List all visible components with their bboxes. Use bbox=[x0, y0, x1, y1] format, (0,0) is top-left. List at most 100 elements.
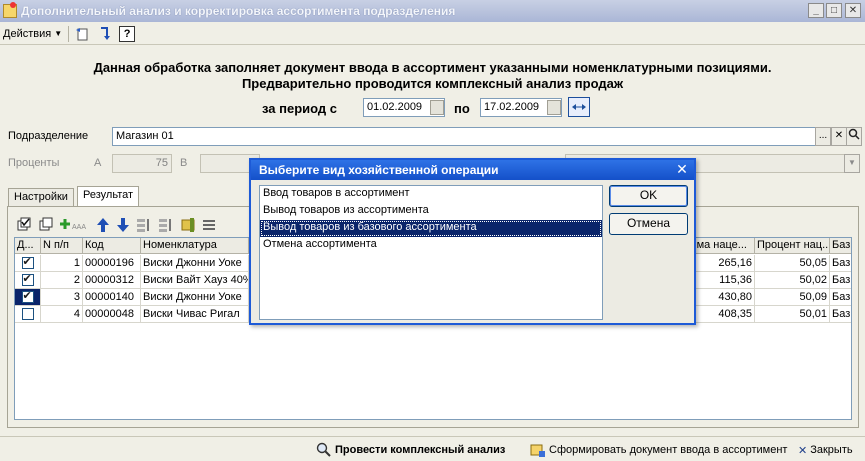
window-titlebar: Дополнительный анализ и корректировка ас… bbox=[0, 0, 865, 22]
division-label: Подразделение bbox=[8, 130, 89, 142]
table-cell-pct[interactable]: 50,01 bbox=[755, 306, 830, 323]
period-settings-button[interactable] bbox=[568, 97, 590, 117]
column-header[interactable]: мма наце... bbox=[687, 238, 755, 254]
tab-settings[interactable]: Настройки bbox=[8, 188, 74, 206]
column-header[interactable]: Номенклатура bbox=[141, 238, 249, 254]
help-icon: ? bbox=[119, 25, 136, 42]
table-cell-name[interactable]: Виски Чивас Ригал bbox=[141, 306, 249, 323]
table-cell-markup[interactable]: 265,16 bbox=[687, 255, 755, 272]
percent-type-dropdown-icon[interactable]: ▼ bbox=[844, 154, 860, 173]
table-cell-markup[interactable]: 115,36 bbox=[687, 272, 755, 289]
row-checkbox[interactable] bbox=[21, 255, 34, 269]
table-cell-pct[interactable]: 50,05 bbox=[755, 255, 830, 272]
app-icon bbox=[3, 2, 17, 18]
row-checkbox[interactable] bbox=[21, 272, 34, 286]
generate-document-button[interactable]: Сформировать документ ввода в ассортимен… bbox=[530, 442, 787, 458]
table-cell-name[interactable]: Виски Джонни Уоке bbox=[141, 289, 249, 306]
table-cell-base[interactable]: Баз bbox=[830, 255, 851, 272]
table-cell-base[interactable]: Баз bbox=[830, 272, 851, 289]
table-cell-n[interactable]: 1 bbox=[41, 255, 83, 272]
table-cell-markup[interactable]: 430,80 bbox=[687, 289, 755, 306]
restore-button[interactable] bbox=[72, 25, 94, 43]
operation-list-item[interactable]: Вывод товаров из ассортимента bbox=[260, 203, 602, 220]
toolbar: Действия ▼ ? bbox=[0, 23, 865, 45]
to-label: по bbox=[454, 101, 470, 116]
operation-list: Ввод товаров в ассортимент Вывод товаров … bbox=[259, 185, 603, 320]
sort-desc-icon[interactable] bbox=[158, 217, 174, 233]
calendar-to-icon[interactable] bbox=[547, 100, 561, 115]
uncheck-all-icon[interactable] bbox=[38, 217, 54, 233]
jump-arrow-icon bbox=[101, 26, 111, 40]
row-checkbox-cell[interactable] bbox=[15, 272, 41, 289]
tab-result[interactable]: Результат bbox=[77, 186, 140, 206]
cancel-button[interactable]: Отмена bbox=[609, 213, 688, 235]
close-button[interactable]: ✕ Закрыть bbox=[798, 442, 853, 458]
table-cell-n[interactable]: 4 bbox=[41, 306, 83, 323]
analyze-button[interactable]: Провести комплексный анализ bbox=[316, 442, 505, 458]
division-search-button[interactable] bbox=[846, 127, 862, 146]
row-checkbox[interactable] bbox=[21, 308, 34, 320]
close-window-button[interactable]: ✕ bbox=[845, 3, 861, 18]
column-header[interactable]: Баз bbox=[830, 238, 851, 254]
column-header[interactable]: Код bbox=[83, 238, 141, 254]
toolbar-separator bbox=[68, 25, 70, 42]
list-settings-icon[interactable] bbox=[202, 217, 218, 233]
add-row-icon[interactable]: AAA bbox=[60, 217, 90, 233]
division-select-button[interactable]: ... bbox=[815, 127, 831, 146]
description-line-2: Предварительно проводится комплексный ан… bbox=[241, 76, 624, 91]
table-cell-pct[interactable]: 50,02 bbox=[755, 272, 830, 289]
operation-list-item[interactable]: Ввод товаров в ассортимент bbox=[260, 186, 602, 203]
sort-asc-icon[interactable] bbox=[136, 217, 152, 233]
minimize-button[interactable]: _ bbox=[808, 3, 824, 18]
division-field[interactable]: Магазин 01 bbox=[112, 127, 816, 146]
table-cell-code[interactable]: 00000312 bbox=[83, 272, 141, 289]
table-cell-code[interactable]: 00000140 bbox=[83, 289, 141, 306]
percents-label: Проценты bbox=[8, 157, 60, 169]
dialog-close-icon[interactable]: ✕ bbox=[674, 161, 690, 177]
move-up-icon[interactable] bbox=[96, 217, 110, 233]
column-header[interactable]: N п/п bbox=[41, 238, 83, 254]
operation-list-item[interactable]: Отмена ассортимента bbox=[260, 237, 602, 254]
close-icon: ✕ bbox=[798, 444, 808, 457]
restore-icon bbox=[76, 27, 88, 40]
division-value: Магазин 01 bbox=[116, 130, 174, 142]
table-cell-markup[interactable]: 408,35 bbox=[687, 306, 755, 323]
operation-type-dialog: Выберите вид хозяйственной операции ✕ Вв… bbox=[249, 158, 696, 325]
table-cell-name[interactable]: Виски Джонни Уоке bbox=[141, 255, 249, 272]
actions-menu-label: Действия bbox=[3, 27, 52, 40]
description-line-1: Данная обработка заполняет документ ввод… bbox=[93, 60, 772, 75]
dialog-titlebar: Выберите вид хозяйственной операции ✕ bbox=[251, 160, 694, 180]
help-button[interactable]: ? bbox=[116, 25, 138, 43]
ok-button[interactable]: OK bbox=[609, 185, 688, 207]
table-cell-n[interactable]: 3 bbox=[41, 289, 83, 306]
row-checkbox-cell[interactable] bbox=[15, 255, 41, 272]
document-icon bbox=[530, 444, 545, 457]
table-cell-n[interactable]: 2 bbox=[41, 272, 83, 289]
percent-b-label: В bbox=[180, 157, 188, 169]
actions-menu[interactable]: Действия ▼ bbox=[0, 25, 65, 43]
row-checkbox[interactable] bbox=[21, 289, 34, 303]
percent-a-field[interactable]: 75 bbox=[112, 154, 172, 173]
date-to-value: 17.02.2009 bbox=[484, 101, 540, 113]
table-cell-code[interactable]: 00000196 bbox=[83, 255, 141, 272]
calendar-from-icon[interactable] bbox=[430, 100, 444, 115]
filter-icon[interactable] bbox=[180, 217, 196, 233]
percent-a-label: А bbox=[94, 157, 102, 169]
check-all-icon[interactable] bbox=[16, 217, 32, 233]
table-cell-name[interactable]: Виски Вайт Хауз 40% bbox=[141, 272, 249, 289]
move-button[interactable] bbox=[94, 25, 116, 43]
move-down-icon[interactable] bbox=[116, 217, 130, 233]
date-from-value: 01.02.2009 bbox=[367, 101, 423, 113]
table-cell-code[interactable]: 00000048 bbox=[83, 306, 141, 323]
row-checkbox-cell[interactable] bbox=[15, 289, 41, 306]
maximize-button[interactable]: □ bbox=[826, 3, 842, 18]
column-header[interactable]: Процент нац... bbox=[755, 238, 830, 254]
period-expand-icon bbox=[572, 104, 586, 110]
operation-list-item[interactable]: Вывод товаров из базового ассортимента bbox=[260, 220, 602, 237]
row-checkbox-cell[interactable] bbox=[15, 306, 41, 323]
column-header[interactable]: Д... bbox=[15, 238, 41, 254]
division-clear-button[interactable]: ✕ bbox=[831, 127, 847, 146]
table-cell-base[interactable]: Баз bbox=[830, 306, 851, 323]
table-cell-base[interactable]: Баз bbox=[830, 289, 851, 306]
table-cell-pct[interactable]: 50,09 bbox=[755, 289, 830, 306]
